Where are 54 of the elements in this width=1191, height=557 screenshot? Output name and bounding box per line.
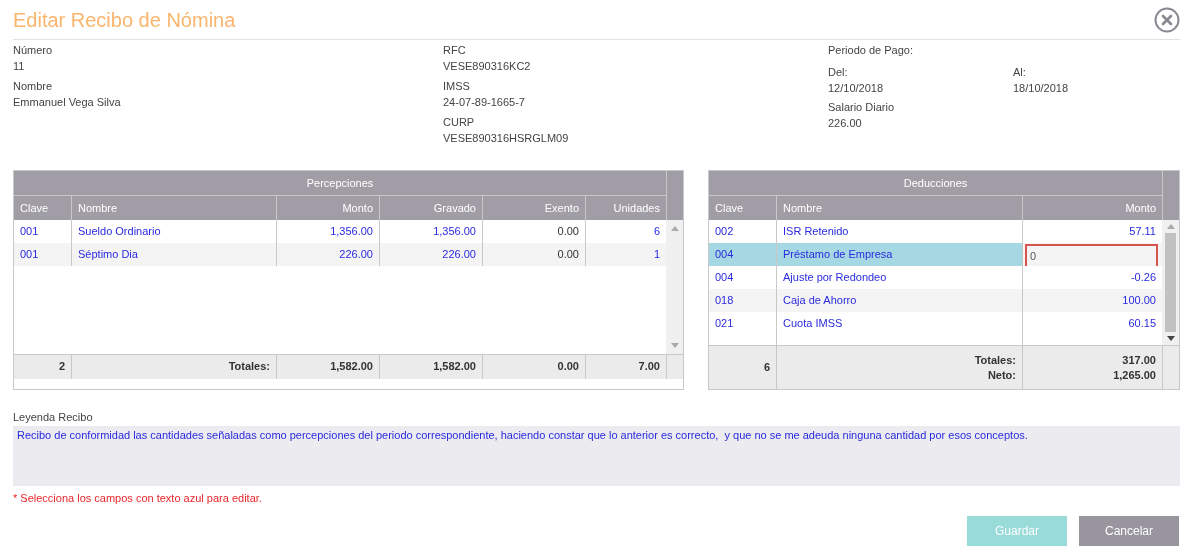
table-cell[interactable]: Séptimo Dia [71, 243, 276, 266]
total-count: 6 [762, 360, 771, 375]
total-value: 317.00 [1122, 352, 1156, 368]
field-label: Del: [828, 66, 849, 79]
scroll-thumb[interactable] [1165, 233, 1176, 332]
field-value: VESE890316HSRGLM09 [443, 132, 570, 145]
field-value: VESE890316KC2 [443, 60, 532, 73]
amount-input[interactable]: 0 [1025, 244, 1158, 266]
total-count: 2 [57, 359, 66, 374]
total-value: 0.00 [557, 359, 579, 374]
total-value: 1,582.00 [330, 359, 373, 374]
field-value: 24-07-89-1665-7 [443, 96, 526, 109]
field-value: 12/10/2018 [828, 82, 885, 95]
scroll-up-icon[interactable] [1166, 224, 1175, 229]
table-cell[interactable]: 004 [709, 266, 776, 289]
field-label: Al: [1013, 66, 1027, 79]
table-cell[interactable]: 018 [709, 289, 776, 312]
dialog-title: Editar Recibo de Nómina [13, 8, 236, 32]
hint-text: * Selecciona los campos con texto azul para editar. [13, 492, 262, 505]
field-label: Nombre [13, 80, 54, 93]
field-label: Leyenda Recibo [13, 411, 94, 424]
total-value: 1,265.00 [1113, 367, 1156, 383]
field-value: 11 [13, 60, 26, 73]
scrollbar[interactable] [666, 171, 683, 354]
field-value: 226.00 [828, 117, 863, 130]
table-cell[interactable]: 226.00 [276, 243, 379, 266]
scroll-down-icon[interactable] [1166, 336, 1175, 341]
field-label: Número [13, 44, 54, 57]
close-icon[interactable] [1154, 6, 1180, 33]
table-cell[interactable]: 021 [709, 312, 776, 335]
field-label: RFC [443, 44, 467, 57]
table-cell[interactable]: 001 [14, 243, 71, 266]
totals-label: Totales: [228, 359, 270, 374]
section-label: Periodo de Pago: [828, 44, 914, 57]
table-title: Deducciones [709, 171, 1162, 196]
table-cell: 0.00 [482, 243, 585, 266]
totals-label: Neto: [987, 367, 1016, 383]
legend-textarea[interactable]: Recibo de conformidad las cantidades señaladas como percepciones del periodo correspondiente, haciendo constar que lo anterior es correcto, y que no se me adeuda ninguna cantidad por esos conceptos. [13, 426, 1180, 486]
field-label: IMSS [443, 80, 471, 93]
table-cell[interactable]: 226.00 [379, 243, 482, 266]
table-cell[interactable]: Préstamo de Empresa [776, 243, 1022, 266]
field-label: CURP [443, 116, 476, 129]
table-cell[interactable]: 004 [709, 243, 776, 266]
scrollbar[interactable] [1162, 171, 1179, 345]
totals-label: Totales: [974, 352, 1016, 368]
scroll-up-icon[interactable] [670, 226, 679, 231]
table-cell[interactable]: 002 [709, 220, 776, 243]
total-value: 7.00 [638, 359, 660, 374]
field-value: Emmanuel Vega Silva [13, 96, 122, 109]
table-cell[interactable]: 001 [14, 220, 71, 243]
table-title: Percepciones [14, 171, 666, 196]
field-label: Salario Diario [828, 101, 896, 114]
field-value: 18/10/2018 [1013, 82, 1069, 95]
total-value: 1,582.00 [433, 359, 476, 374]
